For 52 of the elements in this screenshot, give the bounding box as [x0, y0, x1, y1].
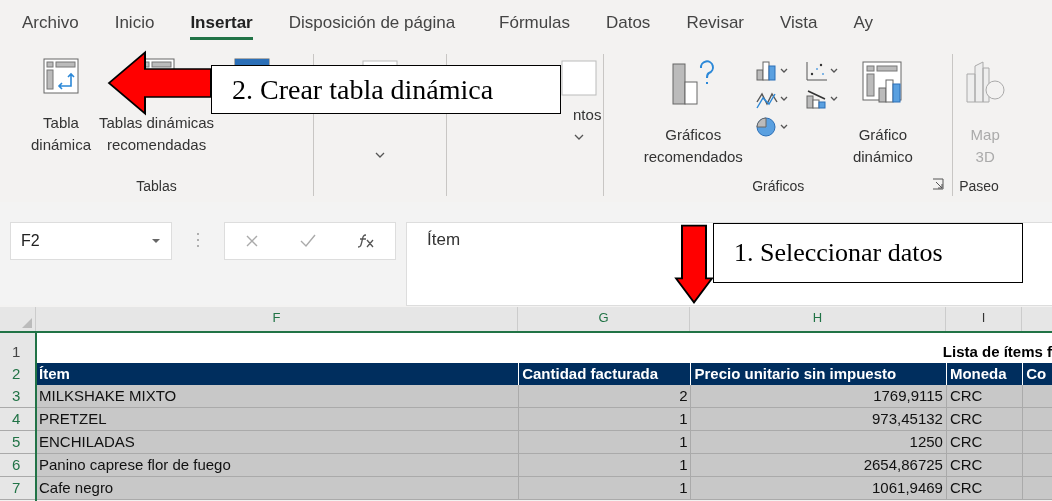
table-cell: 1 [518, 408, 691, 430]
pivot-chart-button[interactable]: Gráfico dinámico [848, 54, 917, 172]
table-cell: 2 [518, 385, 691, 407]
table-cell: 1 [518, 431, 691, 453]
table-cell: 1 [518, 454, 691, 476]
table-cell: CRC [945, 408, 1023, 430]
pivot-table-button[interactable]: Tabla dinámica [26, 54, 95, 160]
recommended-charts-button[interactable]: Gráficos recomendados [639, 54, 747, 172]
row-header[interactable]: 2 [0, 363, 35, 385]
table-cell: ENCHILADAS [35, 431, 519, 453]
column-header[interactable]: F [35, 307, 517, 331]
ribbon-tab[interactable]: Ay [853, 6, 874, 40]
table-cell: 2654,86725 [690, 454, 946, 476]
row-header[interactable]: 1 [0, 333, 35, 363]
row-header[interactable]: 7 [0, 477, 35, 499]
table-cell: PRETZEL [35, 408, 519, 430]
button-label: ntos [573, 105, 602, 125]
ribbon-tab[interactable]: Revisar [686, 6, 744, 40]
group-label: Gráficos [752, 178, 805, 196]
group-label: Tablas [136, 178, 177, 196]
row-header[interactable]: 5 [0, 431, 35, 453]
table-cell: CRC [945, 477, 1023, 499]
group-label: Paseo [959, 178, 999, 196]
callout-box: 2. Crear tabla dinámica [211, 65, 561, 114]
ribbon-tab[interactable]: Fórmulas [499, 6, 570, 40]
row-header[interactable]: 4 [0, 408, 35, 430]
row-header[interactable]: 3 [0, 385, 35, 407]
ribbon-tab[interactable]: Insertar [190, 6, 253, 40]
row-header[interactable]: 6 [0, 454, 35, 476]
table-cell: Cafe negro [35, 477, 519, 499]
column-header[interactable]: I [944, 307, 1022, 331]
table-cell: 1250 [690, 431, 946, 453]
ribbon-tab[interactable]: Datos [605, 6, 651, 40]
ribbon-tab[interactable]: Disposición de página [288, 6, 456, 40]
column-header[interactable]: G [516, 307, 690, 331]
table-cell: CRC [945, 385, 1023, 407]
table-cell: 1 [518, 477, 691, 499]
name-box[interactable]: F2 [10, 222, 172, 260]
column-header[interactable]: H [689, 307, 945, 331]
table-cell: MILKSHAKE MIXTO [35, 385, 519, 407]
table-cell: CRC [945, 454, 1023, 476]
table-cell: 973,45132 [690, 408, 946, 430]
table-cell: 1769,9115 [690, 385, 946, 407]
recommended-pivot-tables-button[interactable]: Tablas dinámicas recomendadas [99, 112, 215, 156]
ribbon-tab[interactable]: Vista [780, 6, 818, 40]
table-cell: 1061,9469 [690, 477, 946, 499]
ribbon-tab[interactable]: Archivo [22, 6, 79, 40]
table-cell: Panino caprese flor de fuego [35, 454, 519, 476]
ribbon-tab[interactable]: Inicio [114, 6, 155, 40]
table-cell: CRC [945, 431, 1023, 453]
table-title: Lista de ítems f [941, 342, 1052, 362]
callout-box: 1. Seleccionar datos [713, 223, 1023, 283]
